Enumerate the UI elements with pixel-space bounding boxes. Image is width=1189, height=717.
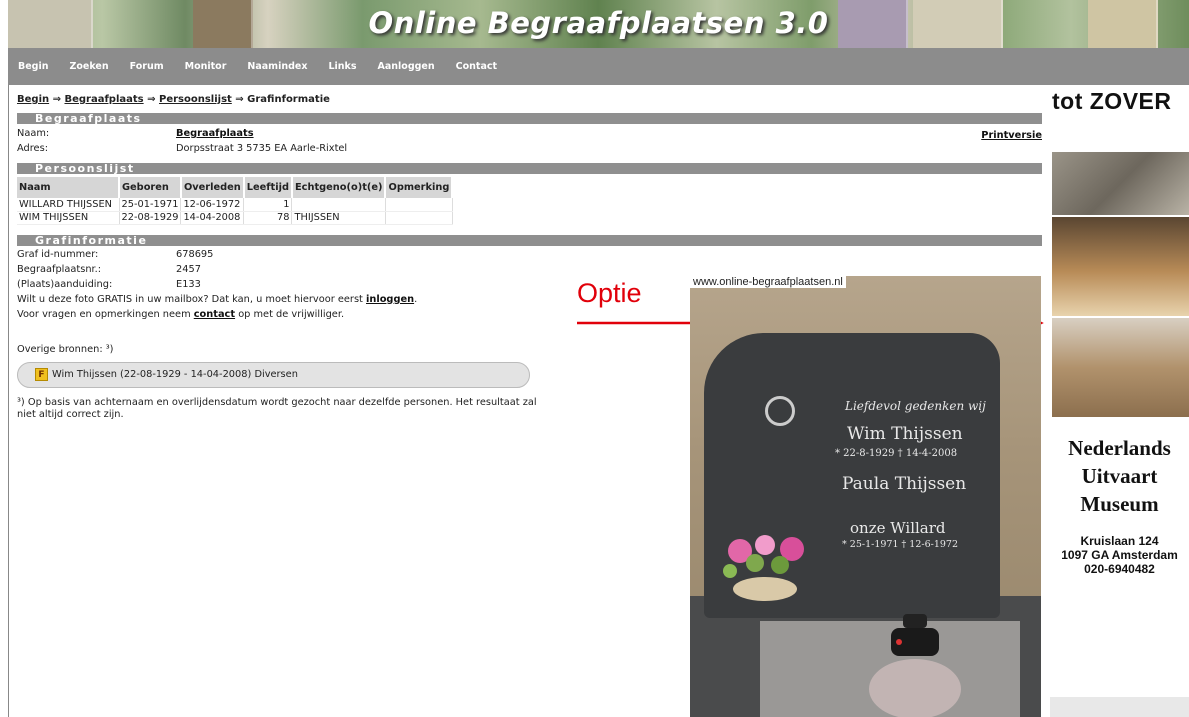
contact-text-post: op met de vrijwilliger. xyxy=(238,308,345,320)
col-opmerking[interactable]: Opmerking xyxy=(385,177,454,198)
cell-geboren: 22-08-1929 xyxy=(119,211,182,225)
inscription-line: * 22-8-1929 † 14-4-2008 xyxy=(835,448,958,459)
ad-address-line: 1097 GA Amsterdam xyxy=(1061,548,1178,562)
row-graf-id: Graf id-nummer: 678695 xyxy=(17,247,1042,262)
ad-title: tot ZOVER xyxy=(1052,88,1172,114)
section-header-begraafplaats: Begraafplaats xyxy=(17,113,1042,124)
table-row[interactable]: WILLARD THIJSSEN 25-01-1971 12-06-1972 1 xyxy=(17,198,453,212)
ad-address: Kruislaan 124 1097 GA Amsterdam 020-6940… xyxy=(1050,534,1189,576)
nav-monitor[interactable]: Monitor xyxy=(185,61,227,72)
breadcrumb-current: Grafinformatie xyxy=(247,94,330,105)
site-banner: Online Begraafplaatsen 3.0 xyxy=(8,0,1189,48)
table-header-row: Naam Geboren Overleden Leeftijd Echtgeno… xyxy=(17,177,454,198)
page-border xyxy=(8,85,9,717)
cell-naam: WILLARD THIJSSEN xyxy=(17,198,120,212)
site-title: Online Begraafplaatsen 3.0 xyxy=(368,6,829,40)
flowers-icon xyxy=(723,535,804,601)
grave-photo[interactable]: Liefdevol gedenken wij Wim Thijssen * 22… xyxy=(690,276,1041,717)
breadcrumb-begin[interactable]: Begin xyxy=(17,94,49,105)
inloggen-link[interactable]: inloggen xyxy=(366,294,414,305)
inscription-line: Liefdevol gedenken wij xyxy=(845,399,986,413)
ad-image-painting xyxy=(1052,152,1189,215)
col-overleden[interactable]: Overleden xyxy=(180,177,245,198)
cell-echtgenote xyxy=(291,198,386,212)
family-icon: F xyxy=(35,368,48,381)
cell-overleden: 14-04-2008 xyxy=(180,211,245,225)
grave-lantern-icon xyxy=(869,614,961,717)
breadcrumb-separator: ⇒ xyxy=(52,94,61,105)
ad-image-gallery xyxy=(1052,217,1189,316)
printversie-link[interactable]: Printversie xyxy=(981,130,1042,141)
adres-label: Adres: xyxy=(17,143,48,154)
nav-begin[interactable]: Begin xyxy=(18,61,49,72)
ad-address-line: Kruislaan 124 xyxy=(1080,534,1159,548)
col-naam[interactable]: Naam xyxy=(17,177,120,198)
naam-label: Naam: xyxy=(17,128,50,139)
cell-geboren: 25-01-1971 xyxy=(119,198,182,212)
nav-zoeken[interactable]: Zoeken xyxy=(70,61,109,72)
row-adres: Adres: Dorpsstraat 3 5735 EA Aarle-Rixte… xyxy=(17,141,1042,156)
cell-leeftijd: 78 xyxy=(243,211,293,225)
source-item-label: Wim Thijssen (22-08-1929 - 14-04-2008) D… xyxy=(52,369,298,380)
cell-opmerking xyxy=(385,211,453,225)
col-echtgenote[interactable]: Echtgeno(o)t(e) xyxy=(291,177,387,198)
inscription-line: Paula Thijssen xyxy=(842,474,967,494)
table-row[interactable]: WIM THIJSSEN 22-08-1929 14-04-2008 78 TH… xyxy=(17,211,453,225)
breadcrumb-separator: ⇒ xyxy=(147,94,156,105)
begraafplaatsnr-value: 2457 xyxy=(176,263,201,275)
graf-id-label: Graf id-nummer: xyxy=(17,248,99,260)
nav-forum[interactable]: Forum xyxy=(130,61,164,72)
row-begraafplaatsnr: Begraafplaatsnr.: 2457 xyxy=(17,262,1042,277)
advertisement[interactable]: tot ZOVER Nederlands Uitvaart Museum Kru… xyxy=(1050,85,1189,717)
annotation-label: Optie xyxy=(577,278,642,308)
adres-value: Dorpsstraat 3 5735 EA Aarle-Rixtel xyxy=(176,143,348,154)
nav-aanloggen[interactable]: Aanloggen xyxy=(378,61,435,72)
rose-ornament-icon xyxy=(765,396,795,426)
plaatsaanduiding-label: (Plaats)aanduiding: xyxy=(17,278,113,290)
inscription-line: * 25-1-1971 † 12-6-1972 xyxy=(842,539,959,550)
nav-naamindex[interactable]: Naamindex xyxy=(247,61,307,72)
cell-naam: WIM THIJSSEN xyxy=(17,211,120,225)
plaatsaanduiding-value: E133 xyxy=(176,278,201,290)
cell-opmerking xyxy=(385,198,453,212)
section-header-persoonslijst: Persoonslijst xyxy=(17,163,1042,174)
begraafplaats-link[interactable]: Begraafplaats xyxy=(176,128,254,139)
col-geboren[interactable]: Geboren xyxy=(119,177,182,198)
breadcrumb-begraafplaats[interactable]: Begraafplaats xyxy=(64,94,143,105)
nav-links[interactable]: Links xyxy=(328,61,356,72)
row-naam: Naam: Begraafplaats xyxy=(17,126,1042,141)
ad-museum-line: Uitvaart xyxy=(1081,464,1158,488)
nav-contact[interactable]: Contact xyxy=(456,61,497,72)
cell-echtgenote: THIJSSEN xyxy=(291,211,386,225)
breadcrumb: Begin ⇒ Begraafplaats ⇒ Persoonslijst ⇒ … xyxy=(17,94,1042,110)
ad-address-line: 020-6940482 xyxy=(1084,562,1155,576)
breadcrumb-persoonslijst[interactable]: Persoonslijst xyxy=(159,94,232,105)
breadcrumb-separator: ⇒ xyxy=(235,94,244,105)
ad-footer-bar xyxy=(1050,697,1189,717)
col-leeftijd[interactable]: Leeftijd xyxy=(243,177,293,198)
contact-text-pre: Voor vragen en opmerkingen neem xyxy=(17,308,191,320)
source-item[interactable]: F Wim Thijssen (22-08-1929 - 14-04-2008)… xyxy=(17,361,530,388)
footnote: ³) Op basis van achternaam en overlijden… xyxy=(17,396,537,420)
ad-museum-line: Museum xyxy=(1080,492,1159,516)
cell-leeftijd: 1 xyxy=(243,198,293,212)
photo-watermark: www.online-begraafplaatsen.nl xyxy=(690,276,846,288)
ad-museum-line: Nederlands xyxy=(1068,436,1171,460)
inscription-line: onze Willard xyxy=(850,519,946,537)
mail-text-body: Wilt u deze foto GRATIS in uw mailbox? D… xyxy=(17,293,363,305)
main-nav: Begin Zoeken Forum Monitor Naamindex Lin… xyxy=(8,48,1189,85)
cell-overleden: 12-06-1972 xyxy=(180,198,245,212)
inscription-line: Wim Thijssen xyxy=(847,424,963,444)
ad-museum-name: Nederlands Uitvaart Museum xyxy=(1050,434,1189,518)
ad-image-coffins xyxy=(1052,318,1189,417)
section-header-grafinformatie: Grafinformatie xyxy=(17,234,1042,246)
contact-link[interactable]: contact xyxy=(194,309,235,320)
persons-table: Naam Geboren Overleden Leeftijd Echtgeno… xyxy=(17,177,454,225)
begraafplaatsnr-label: Begraafplaatsnr.: xyxy=(17,263,102,275)
graf-id-value: 678695 xyxy=(176,248,214,260)
